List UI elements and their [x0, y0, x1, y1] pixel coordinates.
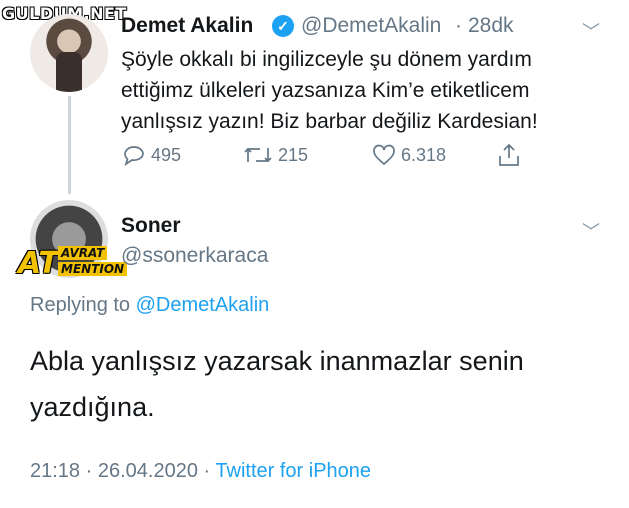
tweet-source[interactable]: Twitter for iPhone — [215, 460, 371, 482]
retweet-count: 215 — [278, 144, 309, 165]
reply-text: Abla yanlışsız yazarsak inanmazlar senin… — [30, 346, 524, 422]
verified-icon: ✓ — [272, 15, 294, 37]
replying-prefix: Replying to — [30, 294, 131, 316]
replying-to: Replying to @DemetAkalin — [30, 294, 269, 317]
thread-line — [68, 96, 71, 194]
chevron-down-icon[interactable]: ﹀ — [582, 18, 600, 44]
like-count: 6.318 — [401, 144, 447, 165]
badge-at: AT — [18, 246, 59, 281]
avrat-mention-badge: AT AVRAT MENTION — [18, 244, 128, 284]
like-button[interactable]: 6.318 — [372, 144, 446, 166]
timestamp[interactable]: 28dk — [468, 14, 514, 38]
reply-button[interactable]: 495 — [122, 144, 181, 166]
reply-icon — [124, 146, 144, 166]
tweet-text: Şöyle okkalı bi ingilizceyle şu dönem ya… — [121, 48, 538, 133]
retweet-icon — [244, 147, 272, 163]
replying-to-link[interactable]: @DemetAkalin — [136, 294, 270, 316]
share-icon — [499, 143, 519, 166]
reply-count: 495 — [151, 144, 182, 165]
display-name[interactable]: Demet Akalin — [121, 14, 253, 38]
badge-avrat: AVRAT — [58, 246, 108, 260]
retweet-button[interactable]: 215 — [243, 144, 308, 166]
handle[interactable]: @ssonerkaraca — [121, 244, 268, 268]
tweet-meta: 21:18 · 26.04.2020 · Twitter for iPhone — [30, 460, 371, 483]
tweet-time[interactable]: 21:18 — [30, 460, 80, 482]
badge-mention: MENTION — [58, 262, 128, 276]
avatar[interactable] — [30, 14, 108, 92]
meta-dot: · — [203, 460, 211, 482]
heart-icon — [373, 144, 395, 166]
share-button[interactable] — [497, 142, 526, 168]
display-name[interactable]: Soner — [121, 214, 181, 238]
handle[interactable]: @DemetAkalin — [301, 14, 441, 38]
separator-dot: · — [455, 14, 462, 37]
meta-dot: · — [85, 460, 93, 482]
chevron-down-icon[interactable]: ﹀ — [582, 218, 600, 244]
tweet-date[interactable]: 26.04.2020 — [98, 460, 198, 482]
